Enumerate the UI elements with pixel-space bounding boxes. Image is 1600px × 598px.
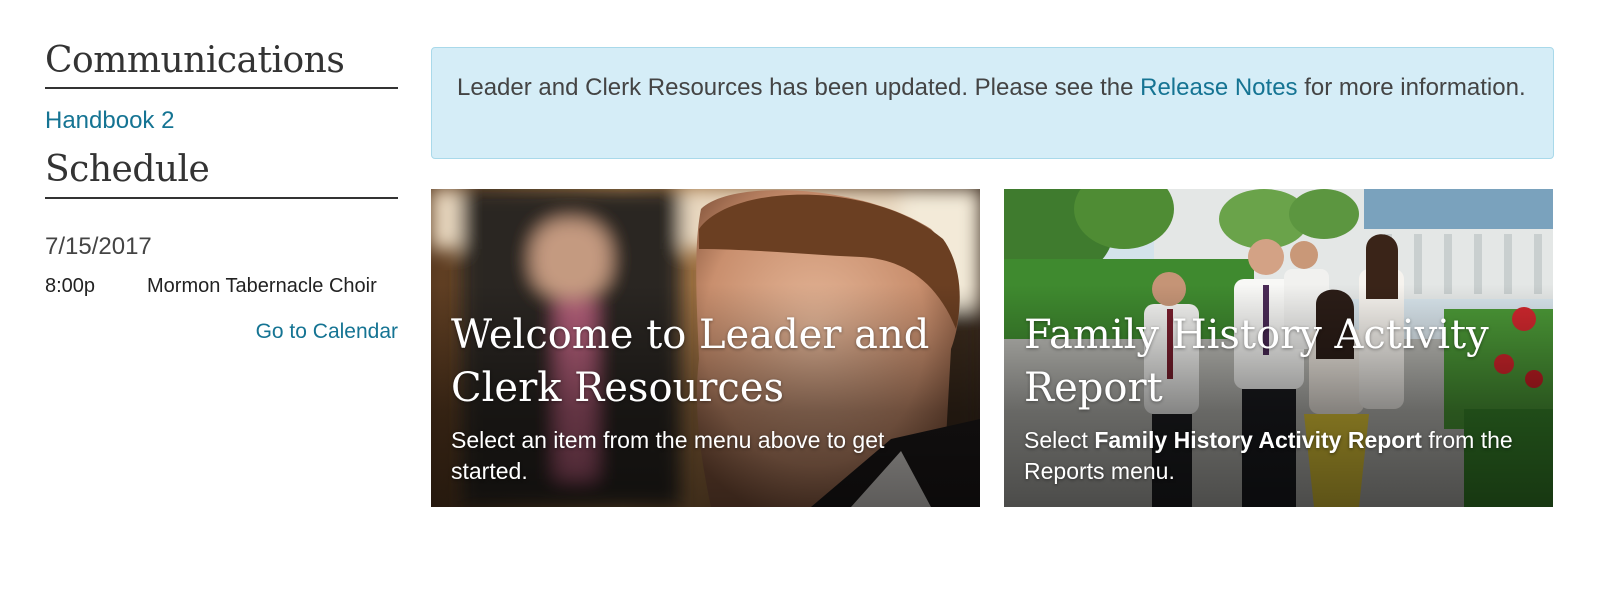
family-history-card-text: Family History Activity Report Select Fa… — [1024, 309, 1533, 487]
communications-heading: Communications — [45, 40, 398, 90]
family-history-card-title: Family History Activity Report — [1024, 312, 1489, 411]
schedule-event[interactable]: 8:00p Mormon Tabernacle Choir — [45, 275, 398, 298]
welcome-card-description: Select an item from the menu above to ge… — [451, 427, 885, 484]
release-notes-alert: Leader and Clerk Resources has been upda… — [431, 47, 1554, 159]
welcome-card[interactable]: Welcome to Leader and Clerk Resources Se… — [431, 189, 980, 507]
event-time: 8:00p — [45, 274, 96, 297]
sidebar: Communications Handbook 2 Schedule 7/15/… — [45, 40, 398, 344]
schedule-heading: Schedule — [45, 149, 398, 199]
family-history-desc-bold: Family History Activity Report — [1094, 427, 1422, 453]
family-history-desc-before: Select — [1024, 427, 1095, 453]
family-history-card-description: Select Family History Activity Report fr… — [1024, 425, 1533, 487]
alert-text-before: Leader and Clerk Resources has been upda… — [457, 74, 1141, 101]
welcome-card-title: Welcome to Leader and Clerk Resources — [451, 312, 930, 411]
welcome-card-text: Welcome to Leader and Clerk Resources Se… — [451, 309, 960, 487]
family-history-card[interactable]: Family History Activity Report Select Fa… — [1004, 189, 1553, 507]
alert-text-after: for more information. — [1297, 74, 1526, 101]
handbook-2-link[interactable]: Handbook 2 — [45, 107, 398, 135]
release-notes-link[interactable]: Release Notes — [1140, 74, 1297, 101]
go-to-calendar-link[interactable]: Go to Calendar — [45, 320, 398, 344]
schedule-date: 7/15/2017 — [45, 232, 152, 260]
event-title: Mormon Tabernacle Choir — [147, 274, 377, 297]
